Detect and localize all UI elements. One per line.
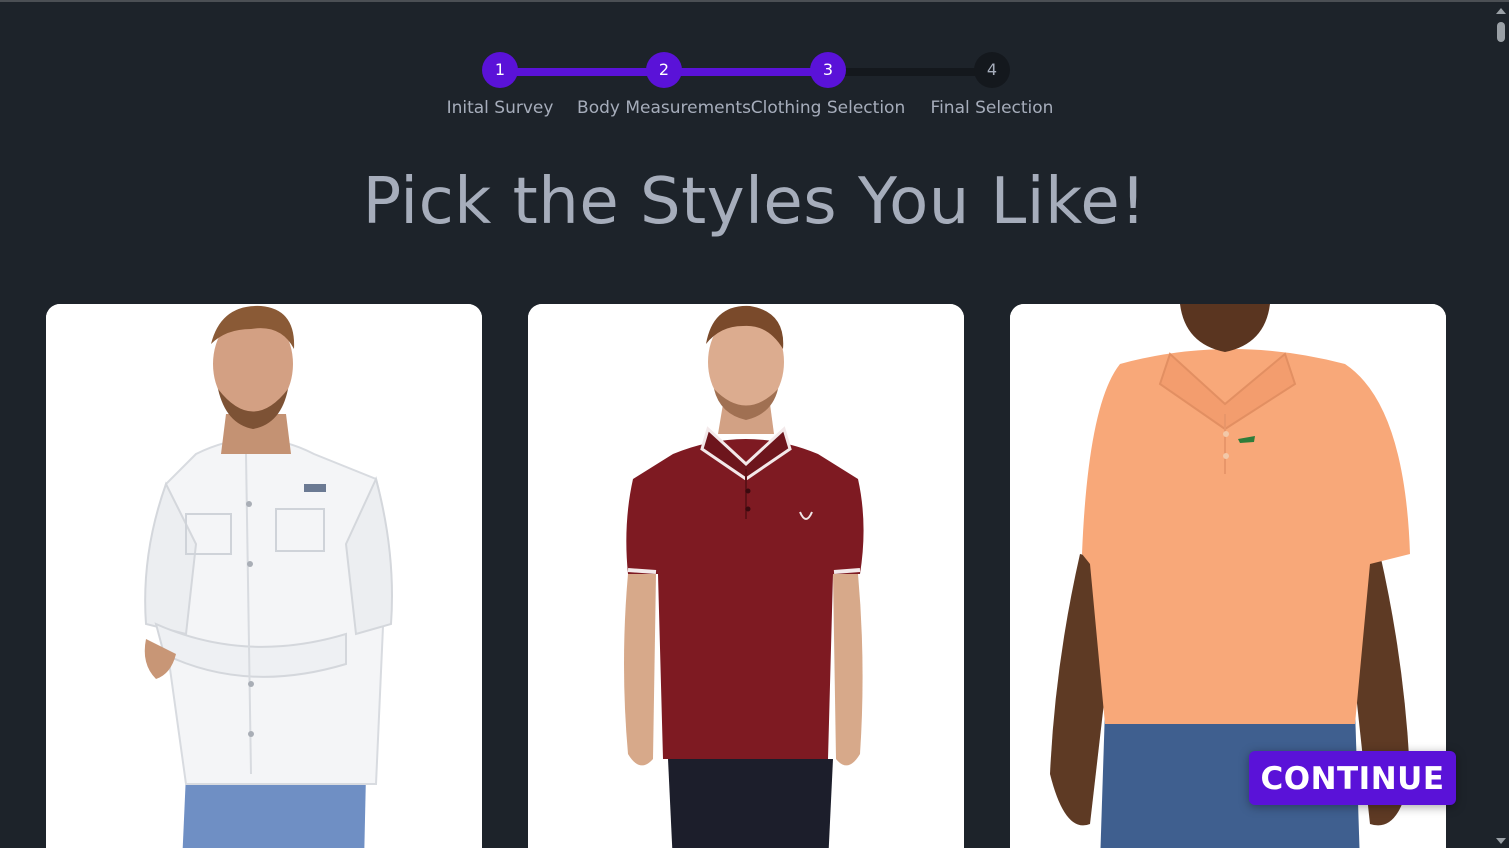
step-number-circle: 3 [810, 52, 846, 88]
style-card-burgundy-polo[interactable] [528, 304, 964, 848]
burgundy-polo-model-image [528, 304, 964, 848]
step-number-circle: 2 [646, 52, 682, 88]
white-shirt-model-image [46, 304, 482, 848]
scroll-down-arrow-icon[interactable] [1496, 838, 1506, 844]
vertical-scrollbar[interactable] [1493, 2, 1509, 848]
progress-stepper: 1 Inital Survey 2 Body Measurements 3 Cl… [0, 52, 1509, 132]
style-card-white-shirt[interactable] [46, 304, 482, 848]
step-number-circle: 1 [482, 52, 518, 88]
scroll-up-arrow-icon[interactable] [1496, 8, 1506, 14]
step-label: Final Selection [930, 98, 1054, 118]
scroll-thumb[interactable] [1497, 22, 1505, 42]
step-final-selection[interactable]: 4 Final Selection [892, 52, 1092, 118]
continue-button[interactable]: CONTINUE [1249, 751, 1456, 805]
page-title: Pick the Styles You Like! [362, 165, 1147, 239]
app-window: 1 Inital Survey 2 Body Measurements 3 Cl… [0, 0, 1509, 848]
step-number-circle: 4 [974, 52, 1010, 88]
